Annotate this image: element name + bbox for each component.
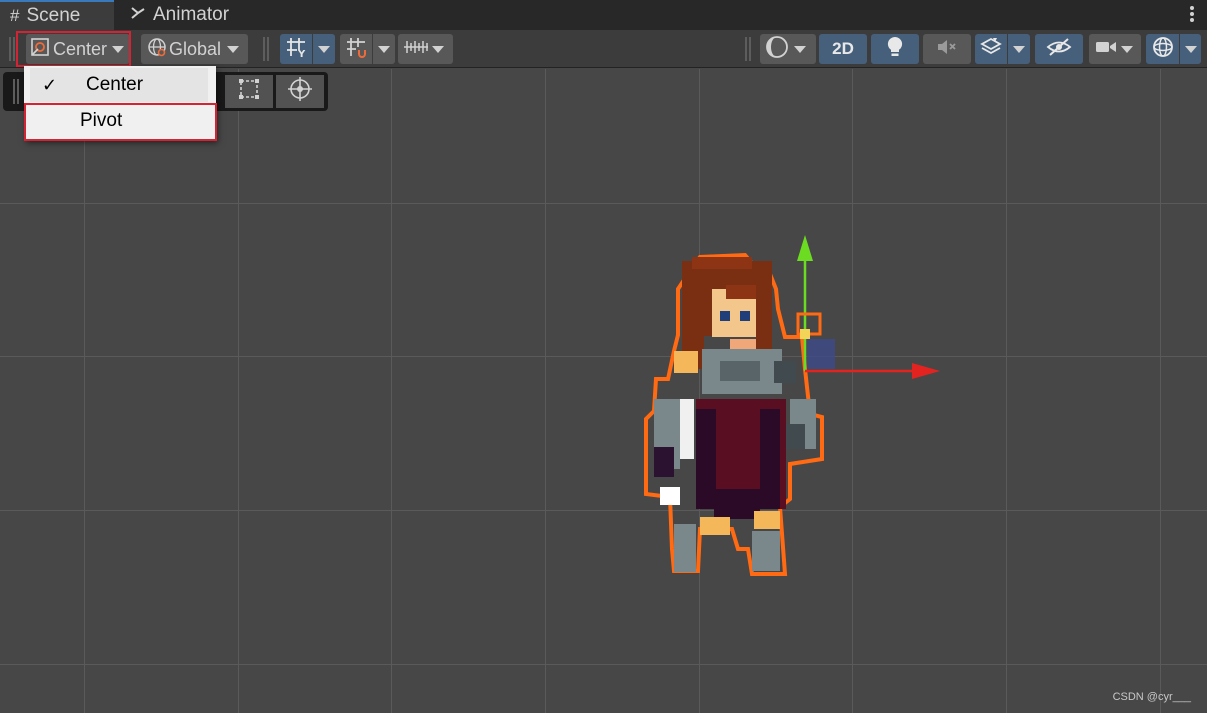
video-camera-icon — [1095, 39, 1117, 60]
tab-scene-label: Scene — [26, 5, 81, 26]
globe-icon — [147, 37, 167, 62]
toolbar-grip-handle[interactable] — [263, 37, 269, 61]
grid-line — [1160, 69, 1161, 713]
snap-options-dropdown[interactable] — [373, 34, 395, 64]
transform-tool-button[interactable] — [276, 75, 324, 108]
grid-line — [238, 69, 239, 713]
lighting-toggle-button[interactable] — [871, 34, 919, 64]
move-gizmo[interactable] — [780, 229, 950, 389]
draw-mode-dropdown[interactable] — [760, 34, 816, 64]
tab-animator[interactable]: Animator — [118, 0, 248, 30]
grid-visibility-button[interactable]: Y — [280, 34, 312, 64]
hash-icon: # — [10, 6, 20, 25]
chevron-down-icon — [1121, 45, 1133, 53]
chevron-down-icon — [794, 45, 806, 53]
scene-visibility-toggle-button[interactable] — [1035, 34, 1083, 64]
scene-viewport[interactable]: CSDN @cyr___ — [0, 69, 1207, 713]
rect-tool-button[interactable] — [225, 75, 273, 108]
gizmo-center-handle[interactable] — [800, 329, 810, 339]
grid-line — [0, 510, 1207, 511]
chevron-down-icon — [318, 45, 330, 53]
toggle-2d-button[interactable]: 2D — [819, 34, 867, 64]
gizmos-options-dropdown[interactable] — [1180, 34, 1201, 64]
watermark: CSDN @cyr___ — [1112, 691, 1191, 703]
space-mode-label: Global — [169, 38, 222, 59]
increment-snap-dropdown[interactable] — [398, 34, 453, 64]
chevron-down-icon — [378, 45, 390, 53]
transform-crosshair-icon — [287, 76, 313, 107]
toolbar-grip-handle[interactable] — [745, 37, 751, 61]
gizmo-sphere-icon — [1151, 35, 1175, 64]
effects-options-dropdown[interactable] — [1008, 34, 1030, 64]
grid-line — [0, 356, 1207, 357]
shaded-sphere-icon — [765, 35, 789, 64]
tab-bar: # Scene Animator — [0, 0, 1207, 30]
space-mode-dropdown[interactable]: Global — [141, 34, 248, 64]
checkmark-icon: ✓ — [42, 74, 58, 95]
toolbar-grip-handle[interactable] — [9, 37, 15, 61]
grid-options-dropdown[interactable] — [313, 34, 335, 64]
overlay-grip-handle[interactable] — [13, 79, 19, 104]
audio-toggle-button[interactable] — [923, 34, 971, 64]
scene-toolbar: Center Global Y 2D — [0, 30, 1207, 68]
unity-scene-window: # Scene Animator Center Global Y 2D CSDN… — [0, 0, 1207, 713]
grid-line — [391, 69, 392, 713]
toggle-2d-label: 2D — [832, 39, 854, 58]
grid-line — [84, 69, 85, 713]
chevron-down-icon — [1013, 45, 1025, 53]
gizmo-y-arrowhead[interactable] — [797, 235, 813, 261]
gizmo-x-arrowhead[interactable] — [912, 363, 940, 379]
gizmo-xy-plane-handle[interactable] — [807, 339, 835, 369]
gizmos-toggle-button[interactable] — [1146, 34, 1179, 64]
grid-line — [1006, 69, 1007, 713]
grid-axis-icon: Y — [285, 36, 307, 63]
tab-scene[interactable]: # Scene — [0, 0, 114, 30]
chevron-down-icon — [1184, 45, 1197, 53]
more-options-icon[interactable] — [1189, 5, 1195, 25]
rect-transform-icon — [238, 78, 260, 105]
menu-item-center-label: Center — [86, 74, 144, 95]
hidden-eye-icon — [1046, 37, 1072, 62]
camera-settings-dropdown[interactable] — [1089, 34, 1141, 64]
menu-item-center[interactable]: ✓ Center — [30, 68, 208, 102]
animator-icon — [130, 5, 146, 25]
lightbulb-icon — [886, 36, 904, 63]
muted-speaker-icon — [936, 37, 958, 62]
svg-text:Y: Y — [297, 49, 306, 58]
effects-toggle-button[interactable] — [975, 34, 1007, 64]
increment-snap-icon — [403, 37, 429, 62]
layers-icon — [980, 36, 1002, 63]
grid-snapping-button[interactable] — [340, 34, 372, 64]
pivot-item-highlight-box — [24, 103, 217, 141]
tab-animator-label: Animator — [153, 4, 230, 25]
grid-line — [545, 69, 546, 713]
chevron-down-icon — [227, 45, 240, 53]
grid-line — [0, 203, 1207, 204]
grid-line — [852, 69, 853, 713]
pivot-dropdown-highlight-box — [16, 31, 131, 67]
grid-line — [0, 664, 1207, 665]
chevron-down-icon — [432, 45, 444, 53]
grid-snap-icon — [345, 36, 367, 63]
